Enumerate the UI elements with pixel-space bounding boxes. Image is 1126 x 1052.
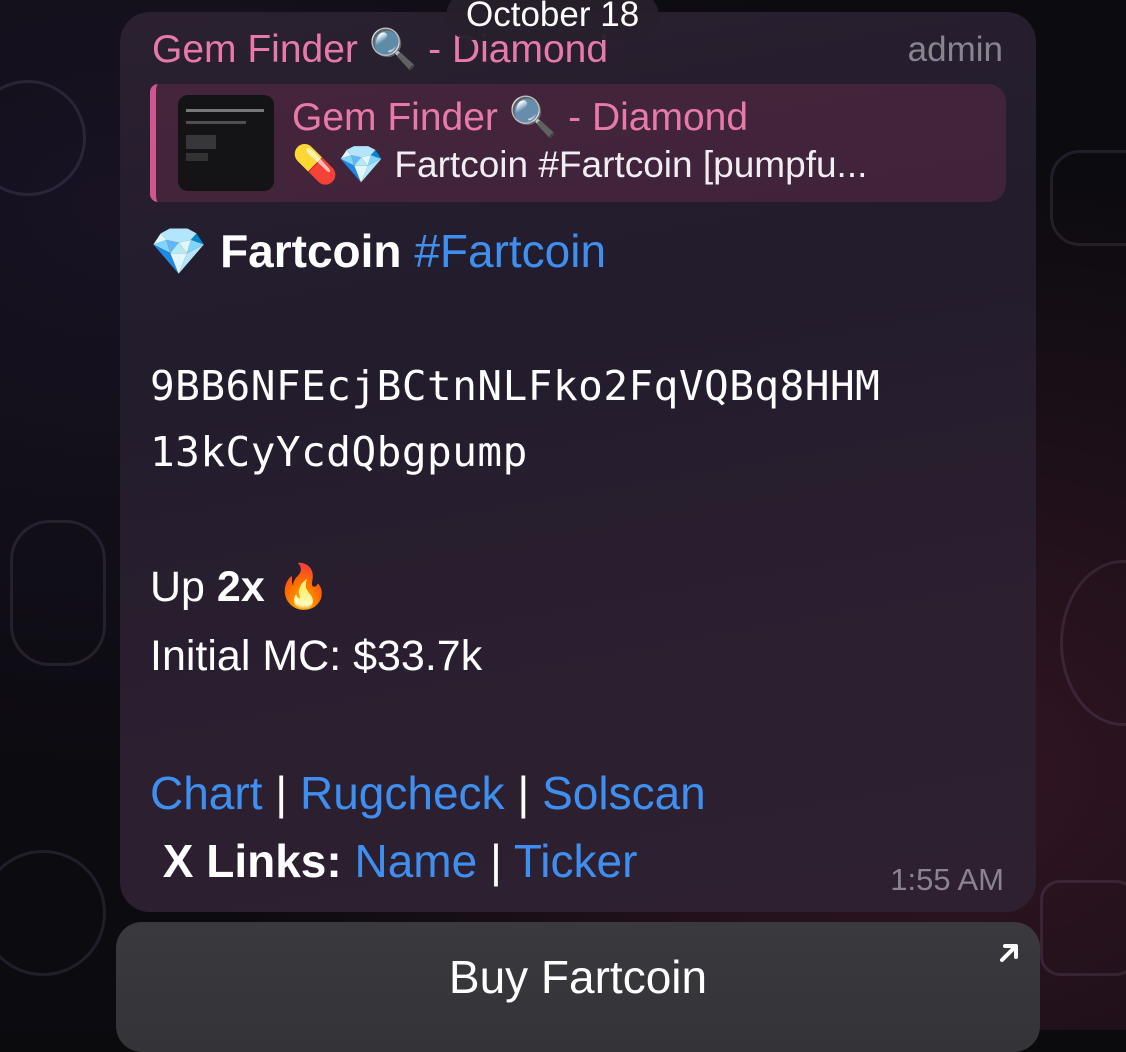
x-ticker-link[interactable]: Ticker	[514, 835, 638, 887]
background-doodle	[1050, 150, 1126, 246]
solscan-link[interactable]: Solscan	[542, 767, 706, 819]
initial-mc: Initial MC: $33.7k	[150, 632, 483, 680]
background-doodle	[1060, 560, 1126, 726]
thumbnail-text-block	[186, 135, 216, 149]
external-arrow-icon	[1000, 944, 1018, 962]
forwarded-text: 💊💎 Fartcoin #Fartcoin [pumpfu...	[292, 144, 868, 185]
background-doodle	[10, 520, 106, 666]
thumbnail-text-line	[186, 109, 264, 112]
link-separator: |	[275, 767, 288, 819]
links-row: Chart | Rugcheck | Solscan	[150, 766, 706, 820]
fire-emoji-icon: 🔥	[276, 563, 331, 611]
forwarded-reply-preview[interactable]: Gem Finder 🔍 - Diamond 💊💎 Fartcoin #Fart…	[150, 84, 1006, 202]
gain-prefix: Up	[150, 563, 205, 611]
x-links-label: X Links:	[162, 835, 342, 887]
background-doodle	[1040, 880, 1126, 976]
link-separator: |	[490, 835, 502, 887]
buy-button-label: Buy Fartcoin	[448, 951, 708, 1003]
forwarded-title: Gem Finder 🔍 - Diamond	[292, 96, 749, 139]
token-title: 💎 Fartcoin #Fartcoin	[150, 224, 606, 279]
message-timestamp: 1:55 AM	[890, 862, 1004, 897]
chart-link[interactable]: Chart	[150, 767, 262, 819]
background-doodle	[0, 850, 106, 976]
rugcheck-link[interactable]: Rugcheck	[300, 767, 505, 819]
buy-fartcoin-button[interactable]: Buy Fartcoin	[116, 922, 1040, 1052]
sender-role-badge: admin	[907, 30, 1003, 69]
date-pill: October 18	[446, 0, 660, 40]
thumbnail-text-block	[186, 153, 208, 161]
x-name-link[interactable]: Name	[355, 835, 478, 887]
link-separator: |	[517, 767, 530, 819]
contract-address-line-2[interactable]: 13kCyYcdQbgpump	[150, 428, 528, 476]
hashtag-link[interactable]: #Fartcoin	[414, 225, 606, 277]
diamond-emoji-icon: 💎	[150, 225, 208, 277]
token-name: Fartcoin	[220, 225, 402, 277]
gain-line: Up 2x 🔥	[150, 562, 330, 612]
x-links-row: X Links: Name | Ticker	[150, 834, 638, 888]
thumbnail-text-line	[186, 121, 246, 124]
contract-address-line-1[interactable]: 9BB6NFEcjBCtnNLFko2FqVQBq8HHM	[150, 362, 880, 410]
forwarded-thumbnail	[178, 95, 274, 191]
gain-value: 2x	[216, 563, 265, 611]
background-doodle	[0, 80, 86, 196]
